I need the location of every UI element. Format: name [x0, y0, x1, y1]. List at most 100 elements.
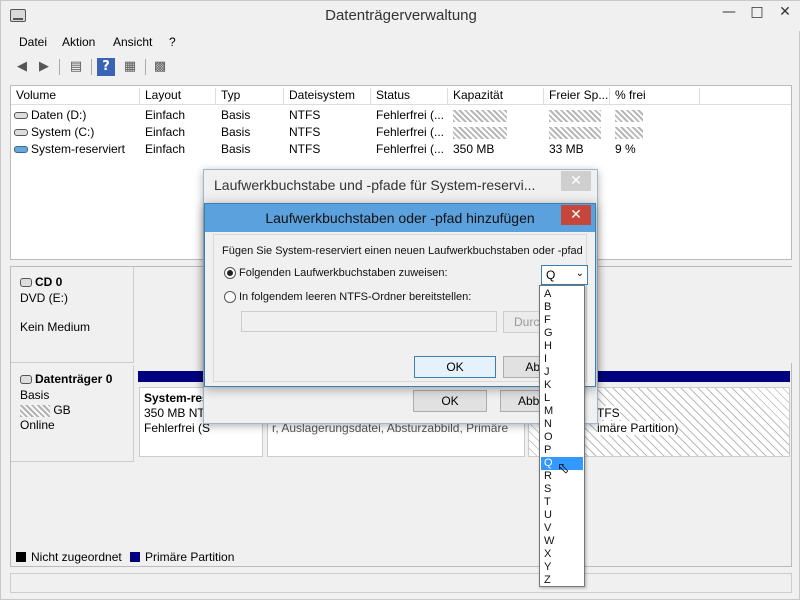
volume-free: 33 MB	[549, 142, 584, 156]
letter-option[interactable]: T	[541, 496, 583, 509]
primary-swatch	[130, 552, 140, 562]
letter-option[interactable]: S	[541, 483, 583, 496]
mount-folder-radio[interactable]	[224, 291, 236, 303]
folder-path-input	[241, 311, 497, 332]
letter-option[interactable]: X	[541, 548, 583, 561]
letter-option[interactable]: F	[541, 314, 583, 327]
drive-letter-dropdown[interactable]: A B F G H I J K L M N O P Q R S T U V W …	[539, 285, 585, 587]
help-icon[interactable]: ?	[97, 58, 115, 76]
volume-capacity: 350 MB	[453, 142, 495, 156]
add-drive-letter-dialog: Laufwerkbuchstaben oder -pfad hinzufügen…	[204, 203, 596, 387]
unallocated-swatch	[16, 552, 26, 562]
letter-option[interactable]: W	[541, 535, 583, 548]
redacted-free	[549, 109, 601, 122]
back-arrow-icon[interactable]: ◀	[13, 58, 31, 76]
mount-folder-label[interactable]: In folgendem leeren NTFS-Ordner bereitst…	[239, 291, 471, 303]
menu-datei[interactable]: Datei	[19, 35, 47, 49]
close-button[interactable]: ✕	[770, 1, 800, 23]
menu-help[interactable]: ?	[169, 35, 176, 49]
maximize-button[interactable]: □	[743, 1, 771, 23]
col-capacity[interactable]: Kapazität	[448, 88, 544, 105]
letter-option[interactable]: U	[541, 509, 583, 522]
volume-layout: Einfach	[145, 142, 186, 156]
toolbar-separator	[59, 59, 60, 75]
dialog-ok-button[interactable]: OK	[413, 390, 487, 412]
dialog-title: Laufwerkbuchstabe und -pfade für System-…	[214, 177, 536, 193]
cd-name: CD 0	[35, 275, 63, 289]
letter-option[interactable]: K	[541, 379, 583, 392]
mouse-cursor-icon: ⬁	[557, 459, 570, 477]
partition-type: imäre Partition)	[597, 421, 679, 435]
volume-type: Basis	[221, 108, 251, 122]
dialog-title: Laufwerkbuchstaben oder -pfad hinzufügen	[265, 210, 535, 226]
status-bar	[10, 573, 792, 593]
settings-icon[interactable]: ▩	[151, 58, 169, 76]
volume-fs: NTFS	[289, 108, 321, 122]
assign-letter-radio[interactable]	[224, 267, 236, 279]
legend-primary: Primäre Partition	[145, 550, 235, 564]
minimize-button[interactable]: —	[715, 1, 743, 23]
letter-option[interactable]: N	[541, 418, 583, 431]
forward-arrow-icon[interactable]: ▶	[35, 58, 53, 76]
col-filesystem[interactable]: Dateisystem	[284, 88, 371, 105]
letter-option[interactable]: Z	[541, 574, 583, 587]
legend: Nicht zugeordnet Primäre Partition	[10, 549, 792, 567]
letter-option[interactable]: L	[541, 392, 583, 405]
menu-ansicht[interactable]: Ansicht	[113, 35, 152, 49]
partition-name: System-res	[144, 391, 209, 405]
cd-drive-label[interactable]: CD 0 DVD (E:) Kein Medium	[11, 267, 134, 363]
volume-row[interactable]: System-reserviert Einfach Basis NTFS Feh…	[11, 141, 791, 158]
letter-option[interactable]: H	[541, 340, 583, 353]
col-status[interactable]: Status	[371, 88, 448, 105]
drive-icon	[14, 146, 28, 154]
col-layout[interactable]: Layout	[140, 88, 216, 105]
volume-row[interactable]: System (C:) Einfach Basis NTFS Fehlerfre…	[11, 124, 791, 141]
partition-status: Fehlerfrei (S	[144, 421, 211, 435]
letter-option[interactable]: I	[541, 353, 583, 366]
col-percent-free[interactable]: % frei	[610, 88, 700, 105]
dialog-header: Laufwerkbuchstaben oder -pfad hinzufügen…	[205, 204, 595, 232]
volume-name: System-reserviert	[31, 142, 126, 156]
letter-option[interactable]: Y	[541, 561, 583, 574]
cd-type: DVD (E:)	[20, 291, 68, 305]
volume-percent-free: 9 %	[615, 142, 636, 156]
chevron-down-icon: ⌄	[575, 268, 584, 279]
dialog-close-button[interactable]: ✕	[561, 205, 591, 225]
add-ok-button[interactable]: OK	[414, 356, 496, 378]
redacted-percent	[615, 126, 643, 139]
menu-aktion[interactable]: Aktion	[62, 35, 95, 49]
letter-option[interactable]: J	[541, 366, 583, 379]
volume-row[interactable]: Daten (D:) Einfach Basis NTFS Fehlerfrei…	[11, 107, 791, 124]
partition-size: 350 MB NTF	[144, 406, 213, 420]
volume-name: Daten (D:)	[31, 108, 87, 122]
dialog-close-button[interactable]: ✕	[561, 171, 591, 191]
redacted-disk-size	[20, 404, 50, 417]
assign-letter-label[interactable]: Folgenden Laufwerkbuchstaben zuweisen:	[239, 267, 448, 279]
letter-option[interactable]: V	[541, 522, 583, 535]
letter-option[interactable]: G	[541, 327, 583, 340]
menu-bar: Datei Aktion Ansicht ?	[1, 33, 800, 53]
letter-option[interactable]: O	[541, 431, 583, 444]
letter-option[interactable]: A	[541, 288, 583, 301]
col-volume[interactable]: Volume	[11, 88, 140, 105]
volume-type: Basis	[221, 125, 251, 139]
properties-icon[interactable]: ▦	[121, 58, 139, 76]
volume-layout: Einfach	[145, 125, 186, 139]
drive-icon	[14, 129, 28, 137]
redacted-free	[549, 126, 601, 139]
disk0-name: Datenträger 0	[35, 372, 113, 386]
col-free[interactable]: Freier Sp...	[544, 88, 610, 105]
letter-option[interactable]: B	[541, 301, 583, 314]
drive-icon	[14, 112, 28, 120]
volume-name: System (C:)	[31, 125, 95, 139]
volume-list-header: Volume Layout Typ Dateisystem Status Kap…	[11, 86, 791, 105]
drive-letter-select[interactable]: Q ⌄	[541, 265, 588, 285]
disk0-label[interactable]: Datenträger 0 Basis GB Online	[11, 365, 134, 462]
disk0-status: Online	[20, 418, 55, 432]
letter-option[interactable]: P	[541, 444, 583, 457]
console-tree-icon[interactable]: ▤	[67, 58, 85, 76]
col-type[interactable]: Typ	[216, 88, 284, 105]
letter-option[interactable]: M	[541, 405, 583, 418]
volume-layout: Einfach	[145, 108, 186, 122]
selected-letter: Q	[546, 268, 556, 282]
